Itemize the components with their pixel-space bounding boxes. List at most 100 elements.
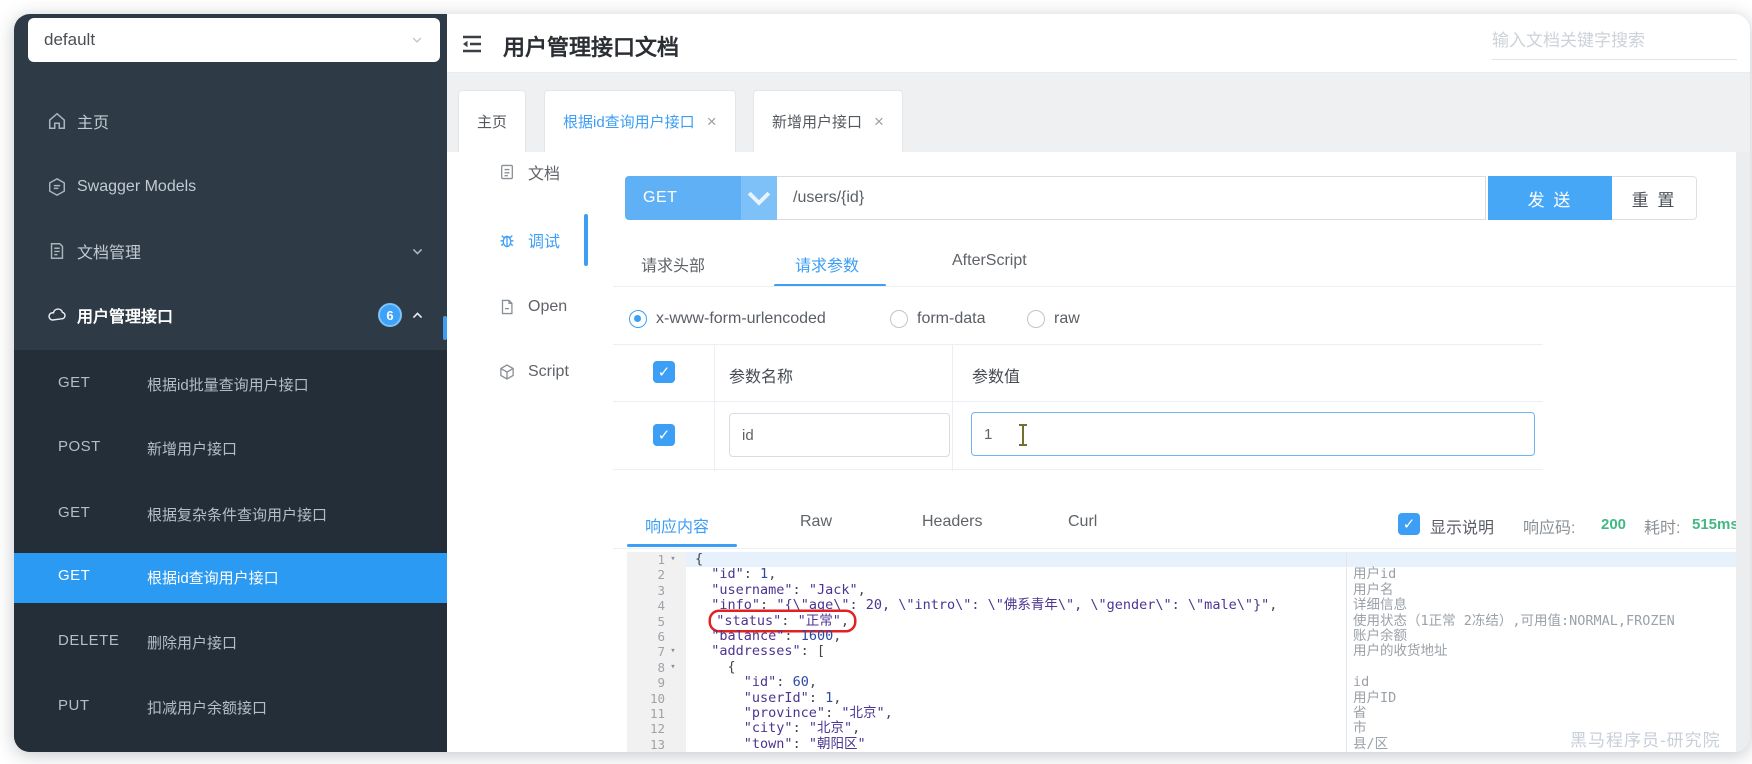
url-input[interactable] bbox=[777, 176, 1486, 220]
api-item[interactable]: POST 新增用户接口 bbox=[14, 424, 447, 474]
editor-code-lines[interactable]: { "id": 1, "username": "Jack", "info": "… bbox=[686, 551, 1346, 752]
sidebar-item-user-api-group[interactable]: 用户管理接口 6 bbox=[14, 293, 447, 337]
close-icon[interactable]: × bbox=[707, 112, 717, 132]
chevron-up-icon[interactable] bbox=[410, 308, 425, 323]
editor-gutter[interactable]: 1 ▾ 2 3 4 5 6 7 ▾ 8 ▾ 9 10 11 12 13 bbox=[627, 552, 686, 752]
api-item-label: 根据id批量查询用户接口 bbox=[147, 377, 309, 394]
send-button[interactable]: 发 送 bbox=[1488, 176, 1612, 220]
close-icon[interactable]: × bbox=[874, 112, 884, 132]
tab-home[interactable]: 主页 bbox=[458, 90, 527, 152]
api-submenu: GET 根据id批量查询用户接口 POST 新增用户接口 GET 根据复杂条件查… bbox=[14, 350, 447, 752]
api-item[interactable]: PUT 扣减用户余额接口 bbox=[14, 683, 447, 733]
divider bbox=[714, 345, 715, 471]
tab-label: 主页 bbox=[477, 114, 508, 131]
subnav-debug[interactable]: 调试 bbox=[498, 225, 584, 255]
api-item-active[interactable]: GET 根据id查询用户接口 bbox=[14, 553, 447, 603]
menu-fold-icon[interactable] bbox=[460, 32, 484, 56]
divider bbox=[952, 345, 953, 471]
api-item[interactable]: DELETE 删除用户接口 bbox=[14, 618, 447, 668]
sidebar: default 主页 Swagger Models 文档管理 用户管理接口 6 … bbox=[14, 14, 447, 752]
divider bbox=[613, 401, 1543, 402]
tab-add-user[interactable]: 新增用户接口 × bbox=[753, 90, 903, 152]
radio-raw[interactable] bbox=[1027, 310, 1045, 328]
reset-button[interactable]: 重 置 bbox=[1612, 176, 1697, 220]
home-icon bbox=[47, 111, 67, 131]
method-select[interactable]: GET bbox=[625, 176, 777, 220]
subnav-doc[interactable]: 文档 bbox=[498, 157, 584, 187]
text-cursor-icon bbox=[1019, 424, 1027, 446]
tab-label: 根据id查询用户接口 bbox=[563, 114, 695, 131]
models-icon bbox=[47, 177, 67, 197]
status-code-label: 响应码: bbox=[1523, 520, 1576, 537]
tab-curl[interactable]: Curl bbox=[1068, 513, 1097, 531]
tab-raw[interactable]: Raw bbox=[800, 513, 832, 531]
watermark: 黑马程序员-研究院 bbox=[1570, 731, 1721, 750]
http-method: GET bbox=[58, 374, 91, 391]
sidebar-item-label: 主页 bbox=[77, 115, 110, 132]
time-value: 515ms bbox=[1692, 516, 1739, 533]
doc-tabbar: 主页 根据id查询用户接口 × 新增用户接口 × bbox=[447, 73, 1750, 152]
search-input[interactable] bbox=[1492, 22, 1737, 60]
subnav-active-indicator bbox=[584, 214, 588, 266]
radio-label[interactable]: raw bbox=[1054, 310, 1080, 328]
tab-headers[interactable]: Headers bbox=[922, 513, 982, 531]
http-method: PUT bbox=[58, 697, 90, 714]
api-item-label: 根据id查询用户接口 bbox=[147, 570, 279, 587]
cube-icon bbox=[498, 363, 516, 381]
radio-urlencoded[interactable] bbox=[629, 310, 647, 328]
api-item[interactable]: GET 根据复杂条件查询用户接口 bbox=[14, 490, 447, 540]
radio-label[interactable]: form-data bbox=[917, 310, 985, 328]
http-method: GET bbox=[58, 567, 91, 584]
subnav-label: Script bbox=[528, 363, 569, 380]
api-item-label: 根据复杂条件查询用户接口 bbox=[147, 507, 328, 524]
page-title: 用户管理接口文档 bbox=[503, 35, 680, 60]
app: default 主页 Swagger Models 文档管理 用户管理接口 6 … bbox=[0, 0, 1752, 764]
subnav-script[interactable]: Script bbox=[498, 357, 584, 387]
api-count-badge: 6 bbox=[378, 303, 402, 327]
subnav-label: 文档 bbox=[528, 166, 561, 183]
param-value-input[interactable] bbox=[971, 412, 1535, 456]
chevron-down-icon bbox=[741, 176, 777, 220]
document-icon bbox=[498, 163, 516, 181]
column-header-name: 参数名称 bbox=[729, 369, 794, 386]
tab-query-by-id[interactable]: 根据id查询用户接口 × bbox=[544, 90, 736, 152]
api-cloud-icon bbox=[47, 305, 67, 325]
sidebar-item-label: Swagger Models bbox=[77, 178, 197, 195]
sidebar-item-doc-manage[interactable]: 文档管理 bbox=[14, 229, 447, 273]
tab-request-headers[interactable]: 请求头部 bbox=[641, 252, 705, 276]
select-all-checkbox[interactable]: ✓ bbox=[653, 361, 675, 383]
subnav-label: 调试 bbox=[528, 234, 561, 251]
chevron-down-icon bbox=[410, 33, 424, 47]
subnav-label: Open bbox=[528, 298, 568, 315]
http-method: DELETE bbox=[58, 632, 120, 649]
divider bbox=[613, 548, 1736, 549]
time-label: 耗时: bbox=[1644, 520, 1681, 537]
editor-annotation-lines: 用户id 用户名 详细信息 使用状态（1正常 2冻结）,可用值:NORMAL,FROZ… bbox=[1346, 552, 1738, 752]
chevron-down-icon[interactable] bbox=[410, 244, 425, 259]
radio-label[interactable]: x-www-form-urlencoded bbox=[656, 310, 826, 328]
api-item[interactable]: GET 根据id批量查询用户接口 bbox=[14, 360, 447, 410]
sidebar-item-swagger-models[interactable]: Swagger Models bbox=[14, 165, 447, 209]
tab-label: 新增用户接口 bbox=[772, 114, 863, 131]
sidebar-item-label: 用户管理接口 bbox=[77, 309, 174, 326]
tab-response-content[interactable]: 响应内容 bbox=[645, 513, 709, 537]
subnav-open[interactable]: Open bbox=[498, 292, 584, 322]
column-header-value: 参数值 bbox=[972, 369, 1021, 386]
project-select-value: default bbox=[44, 30, 96, 49]
app-window: default 主页 Swagger Models 文档管理 用户管理接口 6 … bbox=[14, 14, 1750, 752]
status-code-value: 200 bbox=[1601, 516, 1627, 533]
tab-afterscript[interactable]: AfterScript bbox=[952, 252, 1027, 270]
show-desc-checkbox[interactable]: ✓ bbox=[1398, 513, 1420, 535]
divider bbox=[613, 286, 1736, 287]
radio-form-data[interactable] bbox=[890, 310, 908, 328]
docs-icon bbox=[47, 241, 67, 261]
row-checkbox[interactable]: ✓ bbox=[653, 424, 675, 446]
tab-request-params[interactable]: 请求参数 bbox=[795, 252, 859, 276]
scrollbar[interactable] bbox=[1736, 152, 1750, 752]
sidebar-item-home[interactable]: 主页 bbox=[14, 99, 447, 143]
http-method: POST bbox=[58, 438, 101, 455]
project-select[interactable]: default bbox=[28, 18, 440, 62]
file-icon bbox=[498, 298, 516, 316]
method-select-value: GET bbox=[643, 189, 678, 206]
param-name-input[interactable] bbox=[729, 413, 950, 457]
